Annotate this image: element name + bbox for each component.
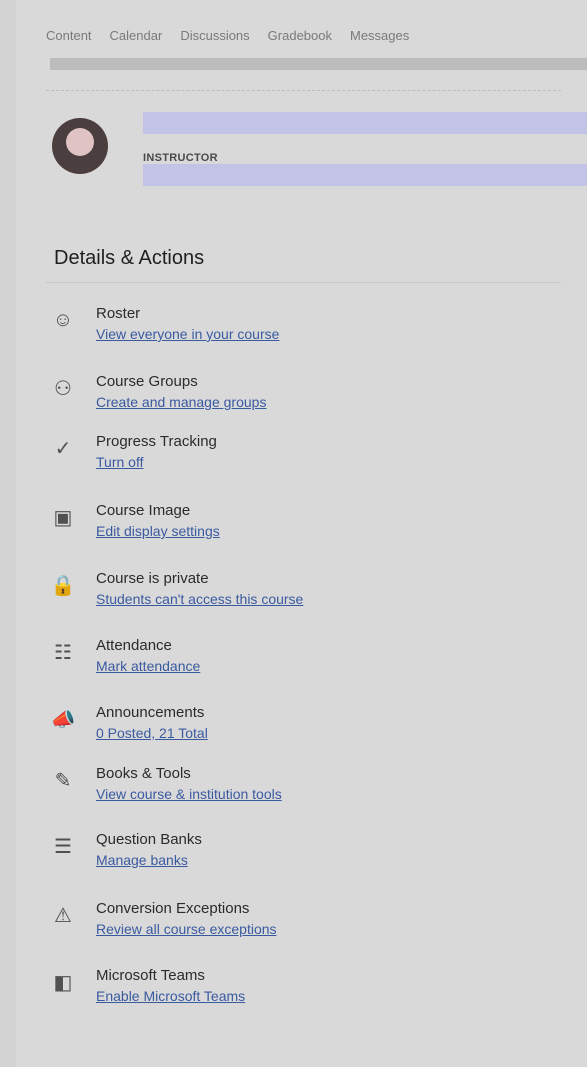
detail-item: ☺ Roster View everyone in your course [50, 305, 570, 365]
item-link[interactable]: View course & institution tools [96, 786, 282, 802]
image-icon: ▣ [53, 506, 73, 529]
item-link[interactable]: Students can't access this course [96, 591, 303, 607]
tools-icon: ✎ [54, 769, 72, 792]
item-link[interactable]: Review all course exceptions [96, 921, 277, 937]
tab-discussions[interactable]: Discussions [180, 28, 249, 43]
header-divider [46, 90, 561, 91]
detail-item: ✓ Progress Tracking Turn off [50, 433, 570, 493]
item-link[interactable]: View everyone in your course [96, 326, 279, 342]
detail-item: ⚠ Conversion Exceptions Review all course … [50, 900, 570, 960]
item-title: Books & Tools [96, 765, 191, 782]
item-link[interactable]: 0 Posted, 21 Total [96, 725, 208, 741]
groups-icon: ⚇ [54, 377, 72, 400]
item-title: Course Groups [96, 373, 198, 390]
exception-icon: ⚠ [54, 904, 72, 927]
item-title: Roster [96, 305, 141, 322]
tab-calendar[interactable]: Calendar [110, 28, 163, 43]
avatar[interactable] [52, 118, 108, 174]
detail-item: ✎ Books & Tools View course & institution … [50, 765, 570, 825]
item-title: Course is private [96, 570, 209, 587]
item-link[interactable]: Edit display settings [96, 523, 220, 539]
item-link[interactable]: Mark attendance [96, 658, 200, 674]
item-link[interactable]: Turn off [96, 454, 143, 470]
item-title: Microsoft Teams [96, 967, 205, 984]
announcement-icon: 📣 [50, 708, 76, 731]
lock-icon: 🔒 [50, 574, 76, 597]
detail-item: 🔒 Course is private Students can't access … [50, 570, 570, 630]
item-link[interactable]: Enable Microsoft Teams [96, 988, 245, 1004]
name-bar [143, 112, 587, 134]
item-title: Question Banks [96, 831, 202, 848]
attendance-icon: ☷ [54, 641, 72, 664]
tab-messages[interactable]: Messages [350, 28, 409, 43]
teams-icon: ◧ [53, 971, 73, 994]
section-divider [46, 282, 561, 283]
item-link[interactable]: Manage banks [96, 852, 188, 868]
question-bank-icon: ☰ [54, 835, 72, 858]
item-title: Course Image [96, 502, 191, 519]
detail-item: ◧ Microsoft Teams Enable Microsoft Teams [50, 967, 570, 1027]
tab-content[interactable]: Content [46, 28, 92, 43]
item-title: Announcements [96, 704, 205, 721]
roster-icon: ☺ [52, 308, 74, 331]
progress-icon: ✓ [54, 437, 72, 460]
item-link[interactable]: Create and manage groups [96, 394, 266, 410]
course-nav: Content Calendar Discussions Gradebook M… [16, 18, 587, 52]
section-title: Details & Actions [54, 247, 205, 269]
item-title: Attendance [96, 637, 172, 654]
item-title: Progress Tracking [96, 433, 217, 450]
detail-item: ☷ Attendance Mark attendance [50, 637, 570, 697]
role-label: INSTRUCTOR [143, 152, 218, 164]
item-title: Conversion Exceptions [96, 900, 250, 917]
detail-item: 📣 Announcements 0 Posted, 21 Total [50, 704, 570, 764]
detail-item: ⚇ Course Groups Create and manage groups [50, 373, 570, 433]
tab-gradebook[interactable]: Gradebook [268, 28, 332, 43]
profile-bar [143, 164, 587, 186]
detail-item: ▣ Course Image Edit display settings [50, 502, 570, 562]
nav-subline [50, 58, 587, 70]
detail-item: ☰ Question Banks Manage banks [50, 831, 570, 891]
